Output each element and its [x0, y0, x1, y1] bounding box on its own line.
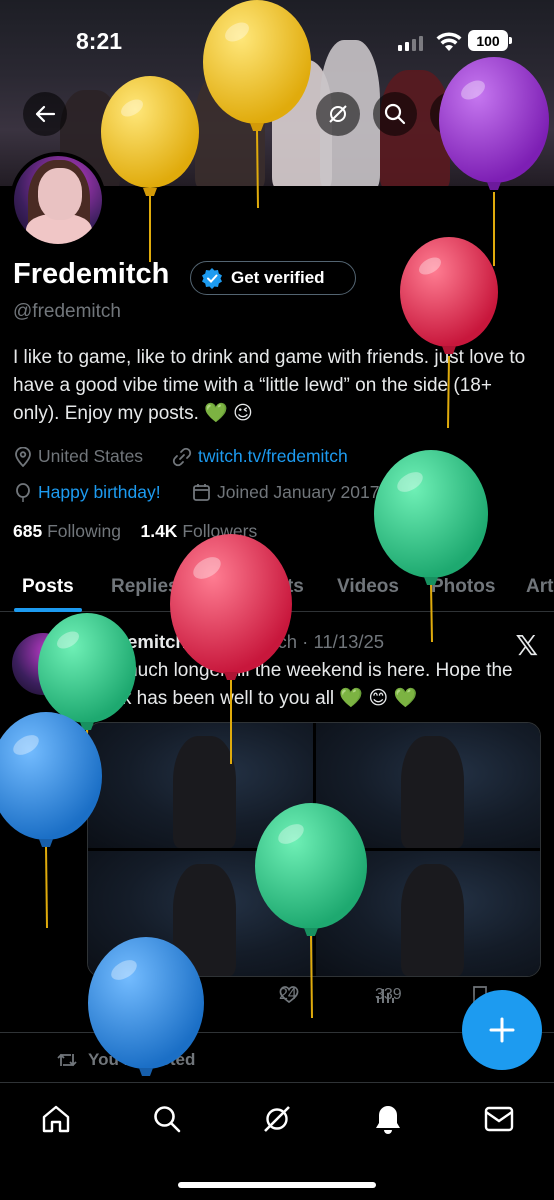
post-header: Fredemitch @fredemitch · 11/13/25	[87, 631, 384, 653]
reply-button[interactable]: 1	[89, 985, 109, 1005]
post-media-grid[interactable]	[87, 722, 541, 977]
back-button[interactable]	[23, 92, 67, 136]
wifi-icon	[436, 32, 462, 51]
followers-label: Followers	[182, 521, 258, 541]
share-icon	[501, 105, 517, 123]
profile-website-link[interactable]: twitch.tv/fredemitch	[172, 446, 348, 467]
search-icon	[384, 103, 406, 125]
get-verified-button[interactable]: Get verified	[190, 261, 356, 295]
website-text[interactable]: twitch.tv/fredemitch	[198, 446, 348, 467]
verified-badge-icon	[202, 268, 222, 289]
link-icon	[172, 447, 192, 466]
post-avatar[interactable]	[12, 633, 74, 695]
following-count: 685	[13, 521, 43, 541]
post-text: Not much longer till the weekend is here…	[87, 660, 513, 709]
profile-avatar[interactable]	[10, 152, 106, 248]
location-text: United States	[38, 446, 144, 466]
edit-icon	[444, 105, 461, 122]
profile-location: United States	[14, 446, 143, 467]
location-pin-icon	[15, 446, 31, 467]
battery-indicator: 100	[468, 30, 512, 51]
nav-grok[interactable]	[255, 1099, 299, 1139]
reposted-label: You reposted	[88, 1050, 196, 1069]
profile-birthday[interactable]: Happy birthday!	[14, 482, 161, 503]
tab-highlights[interactable]: Highlights	[211, 576, 304, 598]
reposted-indicator: You reposted	[56, 1050, 195, 1070]
post-handle: @fredemitch	[191, 631, 298, 652]
tab-posts[interactable]: Posts	[22, 576, 74, 598]
post-image[interactable]	[315, 851, 540, 976]
post-image[interactable]	[315, 723, 540, 848]
bell-icon	[376, 1106, 400, 1134]
plus-icon	[489, 1017, 515, 1043]
calendar-icon	[193, 484, 210, 501]
post-card[interactable]: Fredemitch @fredemitch · 11/13/25 𝕏 Not …	[0, 613, 554, 1033]
reply-count: 1	[89, 986, 98, 1003]
home-indicator	[178, 1182, 376, 1188]
nav-notifications[interactable]	[366, 1099, 410, 1139]
active-tab-indicator	[14, 608, 82, 612]
following-label: Following	[47, 521, 122, 541]
profile-stats: 685 Following 1.4K Followers	[13, 521, 257, 542]
status-bar: 8:21 100	[0, 0, 554, 80]
search-button[interactable]	[373, 92, 417, 136]
back-arrow-icon	[35, 105, 56, 123]
cellular-signal-icon	[398, 36, 423, 51]
post-image[interactable]	[88, 851, 313, 976]
followers-count: 1.4K	[140, 521, 178, 541]
balloon-icon	[16, 482, 30, 502]
home-icon	[42, 1105, 70, 1133]
repost-icon	[184, 988, 204, 1002]
edit-button[interactable]	[430, 92, 474, 136]
views-button[interactable]: 339	[375, 985, 402, 1005]
nav-messages[interactable]	[477, 1099, 521, 1139]
grok-icon	[264, 1106, 290, 1132]
nav-search[interactable]	[145, 1099, 189, 1139]
repost-icon	[57, 1053, 77, 1067]
mail-icon	[484, 1106, 514, 1132]
views-count: 339	[375, 986, 402, 1003]
profile-bio: I like to game, like to drink and game w…	[13, 347, 526, 424]
tab-replies[interactable]: Replies	[111, 576, 179, 598]
post-image[interactable]	[88, 723, 313, 848]
joined-text: Joined January 2017	[217, 482, 380, 502]
followers-link[interactable]: 1.4K Followers	[140, 521, 257, 541]
tab-photos[interactable]: Photos	[431, 576, 495, 598]
nav-home[interactable]	[34, 1099, 78, 1139]
profile-handle: @fredemitch	[13, 301, 121, 322]
like-button[interactable]: 24	[279, 985, 299, 1005]
following-link[interactable]: 685 Following	[13, 521, 121, 541]
grok-icon	[329, 105, 347, 123]
profile-name: Fredemitch	[13, 258, 170, 290]
like-count: 24	[279, 986, 297, 1003]
compose-post-button[interactable]	[462, 990, 542, 1070]
post-author[interactable]: Fredemitch	[87, 631, 187, 652]
grok-button[interactable]	[316, 92, 360, 136]
get-verified-label: Get verified	[231, 268, 325, 287]
search-icon	[154, 1106, 181, 1133]
post-date: · 11/13/25	[302, 631, 385, 652]
profile-tabs: Posts Replies Highlights Videos Photos A…	[0, 560, 554, 612]
tab-videos[interactable]: Videos	[337, 576, 399, 598]
tab-art[interactable]: Art	[526, 576, 553, 598]
birthday-text[interactable]: Happy birthday!	[38, 482, 161, 503]
status-time: 8:21	[76, 28, 123, 54]
profile-joined: Joined January 2017	[192, 482, 379, 503]
share-button[interactable]	[487, 92, 531, 136]
repost-button[interactable]	[183, 985, 205, 1005]
